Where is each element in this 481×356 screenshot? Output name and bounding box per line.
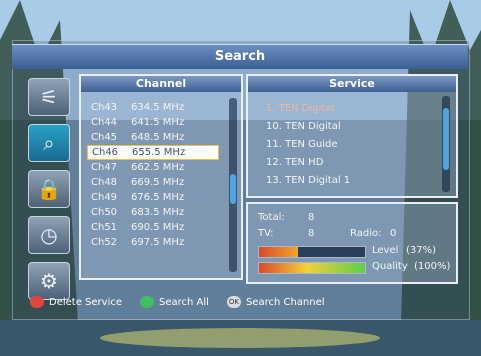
radio-value: 0 <box>390 228 397 239</box>
total-value: 8 <box>308 212 315 223</box>
quality-bar-fill <box>259 263 365 273</box>
service-row[interactable]: 10. TEN Digital <box>266 118 436 136</box>
channel-row[interactable]: Ch50 683.5 MHz <box>87 205 219 220</box>
channel-number: Ch52 <box>91 237 118 248</box>
radio-label: Radio: <box>350 228 382 239</box>
channel-row[interactable]: Ch44 641.5 MHz <box>87 115 219 130</box>
channel-row[interactable]: Ch45 648.5 MHz <box>87 130 219 145</box>
green-key-icon <box>140 296 154 308</box>
antenna-icon[interactable]: ⚟ <box>28 78 70 116</box>
service-header: Service <box>248 76 456 92</box>
ok-key-icon: OK <box>226 296 241 308</box>
search-channel-action[interactable]: OK Search Channel <box>226 296 325 308</box>
channel-number: Ch44 <box>91 117 118 128</box>
info-panel: Total: 8 TV: 8 Radio: 0 Level (37%) Qual… <box>246 202 458 284</box>
channel-frequency: 662.5 MHz <box>131 162 185 173</box>
delete-service-label: Delete Service <box>49 296 122 308</box>
footer-legend: Delete Service Search All OK Search Chan… <box>30 296 325 308</box>
channel-number: Ch49 <box>91 192 118 203</box>
delete-service-action[interactable]: Delete Service <box>30 296 122 308</box>
channel-frequency: 655.5 MHz <box>132 147 186 158</box>
channel-frequency: 648.5 MHz <box>131 132 185 143</box>
channel-row[interactable]: Ch52 697.5 MHz <box>87 235 219 250</box>
lock-icon[interactable]: 🔒 <box>28 170 70 208</box>
search-icon[interactable]: ⌕ <box>28 124 70 162</box>
tv-screen: Search ⚟ ⌕ 🔒 ◷ ⚙ Channel Ch43 634.5 MHz Ch… <box>0 0 481 356</box>
channel-frequency: 676.5 MHz <box>131 192 185 203</box>
side-menu: ⚟ ⌕ 🔒 ◷ ⚙ <box>28 78 72 308</box>
service-row[interactable]: 13. TEN Digital 1 <box>266 172 436 190</box>
channel-frequency: 669.5 MHz <box>131 177 185 188</box>
channel-row[interactable]: Ch47 662.5 MHz <box>87 160 219 175</box>
search-all-action[interactable]: Search All <box>140 296 209 308</box>
channel-number: Ch51 <box>91 222 118 233</box>
channel-frequency: 690.5 MHz <box>131 222 185 233</box>
red-key-icon <box>30 296 44 308</box>
tv-value: 8 <box>308 228 315 239</box>
channel-scrollbar[interactable] <box>229 98 237 272</box>
channel-number: Ch47 <box>91 162 118 173</box>
service-panel: Service 1. TEN Digital 10. TEN Digital 11.… <box>246 74 458 198</box>
channel-number: Ch50 <box>91 207 118 218</box>
channel-panel: Channel Ch43 634.5 MHz Ch44 641.5 MHz Ch45 64… <box>79 74 243 280</box>
quality-bar <box>258 262 366 274</box>
search-all-label: Search All <box>159 296 209 308</box>
service-list: 1. TEN Digital 10. TEN Digital 11. TEN Gui… <box>266 100 436 190</box>
channel-header: Channel <box>81 76 241 92</box>
quality-value: (100%) <box>414 261 451 272</box>
service-row[interactable]: 12. TEN HD <box>266 154 436 172</box>
channel-row[interactable]: Ch49 676.5 MHz <box>87 190 219 205</box>
service-row[interactable]: 1. TEN Digital <box>266 100 436 118</box>
total-label: Total: <box>258 212 285 223</box>
channel-frequency: 683.5 MHz <box>131 207 185 218</box>
clock-icon[interactable]: ◷ <box>28 216 70 254</box>
channel-list: Ch43 634.5 MHz Ch44 641.5 MHz Ch45 648.5 MHz C… <box>87 100 219 250</box>
channel-row[interactable]: Ch48 669.5 MHz <box>87 175 219 190</box>
level-value: (37%) <box>406 245 437 256</box>
channel-row[interactable]: Ch51 690.5 MHz <box>87 220 219 235</box>
channel-row[interactable]: Ch43 634.5 MHz <box>87 100 219 115</box>
level-label: Level <box>372 245 399 256</box>
quality-label: Quality <box>372 261 408 272</box>
level-bar-fill <box>259 247 299 257</box>
level-bar <box>258 246 366 258</box>
search-channel-label: Search Channel <box>245 296 325 308</box>
service-scroll-thumb[interactable] <box>443 108 449 170</box>
tv-label: TV: <box>258 228 274 239</box>
window-title: Search <box>12 44 468 69</box>
channel-frequency: 641.5 MHz <box>131 117 185 128</box>
channel-number: Ch43 <box>91 102 118 113</box>
channel-number: Ch46 <box>92 147 119 158</box>
service-scrollbar[interactable] <box>442 96 450 192</box>
channel-frequency: 697.5 MHz <box>131 237 185 248</box>
channel-number: Ch48 <box>91 177 118 188</box>
channel-scroll-thumb[interactable] <box>230 174 236 204</box>
channel-row[interactable]: Ch46 655.5 MHz <box>87 145 219 160</box>
channel-frequency: 634.5 MHz <box>131 102 185 113</box>
tools-icon[interactable]: ⚙ <box>28 262 70 300</box>
service-row[interactable]: 11. TEN Guide <box>266 136 436 154</box>
channel-number: Ch45 <box>91 132 118 143</box>
